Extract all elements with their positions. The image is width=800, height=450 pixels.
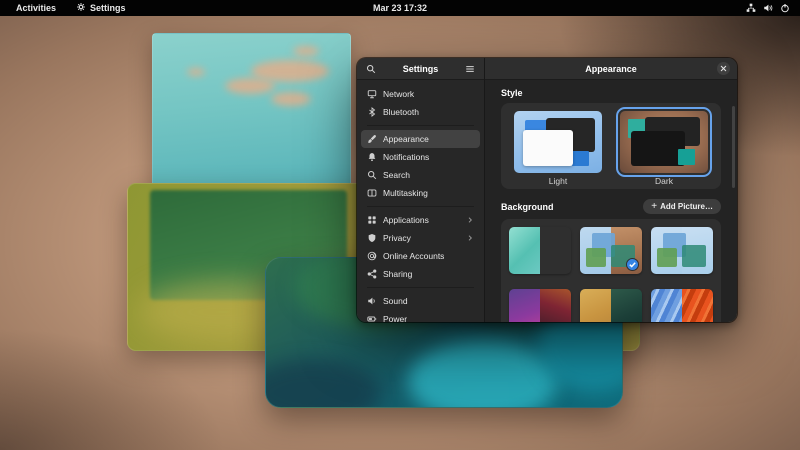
sidebar-item-power[interactable]: Power [361,310,480,322]
style-option-light[interactable]: Light [514,111,602,189]
app-menu-label: Settings [90,3,126,13]
add-picture-button[interactable]: + Add Picture… [643,199,721,214]
style-heading: Style [501,88,721,98]
selected-check-icon [626,258,639,271]
chevron-right-icon [466,234,474,242]
volume-icon [763,3,773,13]
sidebar-item-notifications[interactable]: Notifications [361,148,480,166]
sidebar-item-multitasking[interactable]: Multitasking [361,184,480,202]
settings-sidebar: Settings Network [357,58,485,322]
style-preview-dark [620,111,708,173]
close-button[interactable] [717,62,730,75]
sidebar-item-sharing[interactable]: Sharing [361,265,480,283]
style-preview-light [514,111,602,173]
multitasking-icon [367,188,377,198]
wallpaper-thumbnail-blobs-split-selected[interactable] [580,227,642,274]
sidebar-item-search[interactable]: Search [361,166,480,184]
search-button[interactable] [363,61,379,77]
network-icon [746,3,756,13]
page-content: Style Light Dark [485,80,737,322]
network-icon [367,89,377,99]
appearance-page: Appearance Style Light [485,58,737,322]
applications-icon [367,215,377,225]
sharing-icon [367,269,377,279]
style-option-label: Dark [655,176,673,186]
close-icon [720,65,727,72]
app-menu-button[interactable]: Settings [68,1,134,15]
add-picture-label: Add Picture… [660,202,713,211]
background-heading-row: Background + Add Picture… [501,199,721,214]
online-accounts-icon [367,251,377,261]
sidebar-item-privacy[interactable]: Privacy [361,229,480,247]
sidebar-item-online-accounts[interactable]: Online Accounts [361,247,480,265]
wallpaper-shape-sky [152,33,351,196]
settings-window: Settings Network [357,58,737,322]
sidebar-item-network[interactable]: Network [361,85,480,103]
notifications-icon [367,152,377,162]
sidebar-item-bluetooth[interactable]: Bluetooth [361,103,480,121]
sidebar-list: Network Bluetooth Appearance [357,80,484,322]
style-card: Light Dark [501,103,721,189]
page-headerbar: Appearance [485,58,737,80]
system-status-area[interactable] [746,3,800,13]
appearance-icon [367,134,377,144]
sound-icon [367,296,377,306]
wallpaper-thumbnail-teal-purple[interactable] [509,227,571,274]
gear-icon [76,2,86,14]
background-card [501,219,721,322]
clock[interactable]: Mar 23 17:32 [365,2,435,14]
sidebar-item-applications[interactable]: Applications [361,211,480,229]
activities-button[interactable]: Activities [8,2,64,14]
plus-icon: + [651,204,657,210]
wallpaper-thumbnail-blobs-light[interactable] [651,227,713,274]
power-icon [367,314,377,322]
top-bar: Activities Settings Mar 23 17:32 [0,0,800,16]
page-scrollbar[interactable] [732,106,735,188]
wallpaper-thumbnail-magenta-maroon[interactable] [509,289,571,323]
sidebar-headerbar: Settings [357,58,484,80]
style-option-label: Light [549,176,567,186]
search-icon [367,170,377,180]
sidebar-separator [367,125,474,126]
privacy-icon [367,233,377,243]
sidebar-title: Settings [379,64,462,74]
bluetooth-icon [367,107,377,117]
chevron-right-icon [466,216,474,224]
menu-button[interactable] [462,61,478,77]
sidebar-item-sound[interactable]: Sound [361,292,480,310]
desktop: Activities Settings Mar 23 17:32 [0,0,800,450]
wallpaper-thumbnail-brush-strokes[interactable] [651,289,713,323]
sidebar-separator [367,206,474,207]
sidebar-item-appearance[interactable]: Appearance [361,130,480,148]
style-option-dark[interactable]: Dark [620,111,708,189]
sidebar-separator [367,287,474,288]
power-icon [780,3,790,13]
wallpaper-thumbnail-gold-forest[interactable] [580,289,642,323]
background-heading: Background [501,202,554,212]
page-title: Appearance [485,64,737,74]
